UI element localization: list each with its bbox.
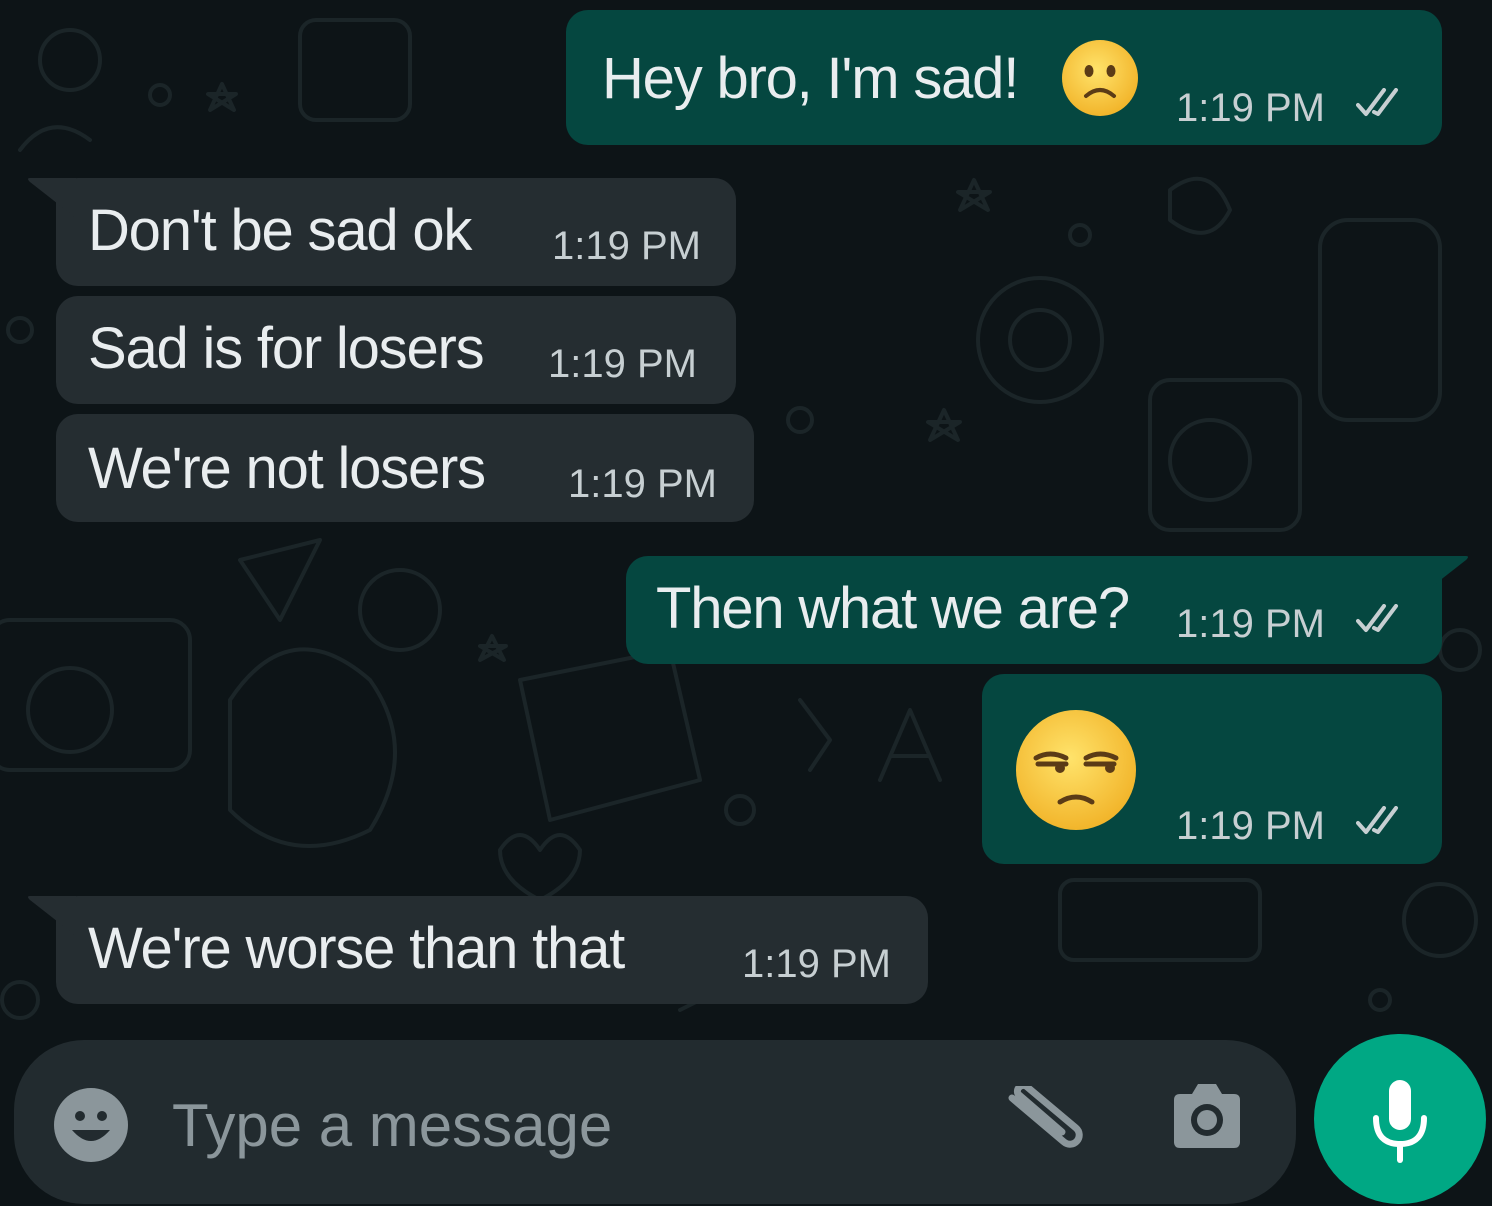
smiley-icon[interactable] [52,1086,130,1164]
message-text: We're not losers [88,436,486,501]
message-time: 1:19 PM [1176,86,1325,130]
message-input[interactable] [172,1090,972,1160]
microphone-icon [1373,1080,1427,1163]
message-time: 1:19 PM [1176,602,1325,646]
mic-button[interactable] [1314,1034,1486,1204]
message-text: We're worse than that [88,916,625,981]
message-text: Sad is for losers [88,316,485,381]
paperclip-icon[interactable] [1004,1086,1088,1156]
read-receipt-icon [1356,88,1398,116]
message-text: Then what we are? [656,576,1130,641]
slightly-frowning-face-icon [1062,40,1138,116]
read-receipt-icon [1356,806,1398,834]
message-time: 1:19 PM [568,462,717,506]
message-time: 1:19 PM [548,342,697,386]
read-receipt-icon [1356,604,1398,632]
camera-icon[interactable] [1168,1080,1246,1152]
message-time: 1:19 PM [1176,804,1325,848]
message-time: 1:19 PM [552,224,701,268]
bubble-tail [28,896,76,936]
message-text: Hey bro, I'm sad! [602,46,1019,111]
message-time: 1:19 PM [742,942,891,986]
message-text: Don't be sad ok [88,198,472,263]
unamused-face-icon [1016,710,1136,830]
bubble-tail [28,178,76,218]
bubble-tail [1420,556,1468,596]
